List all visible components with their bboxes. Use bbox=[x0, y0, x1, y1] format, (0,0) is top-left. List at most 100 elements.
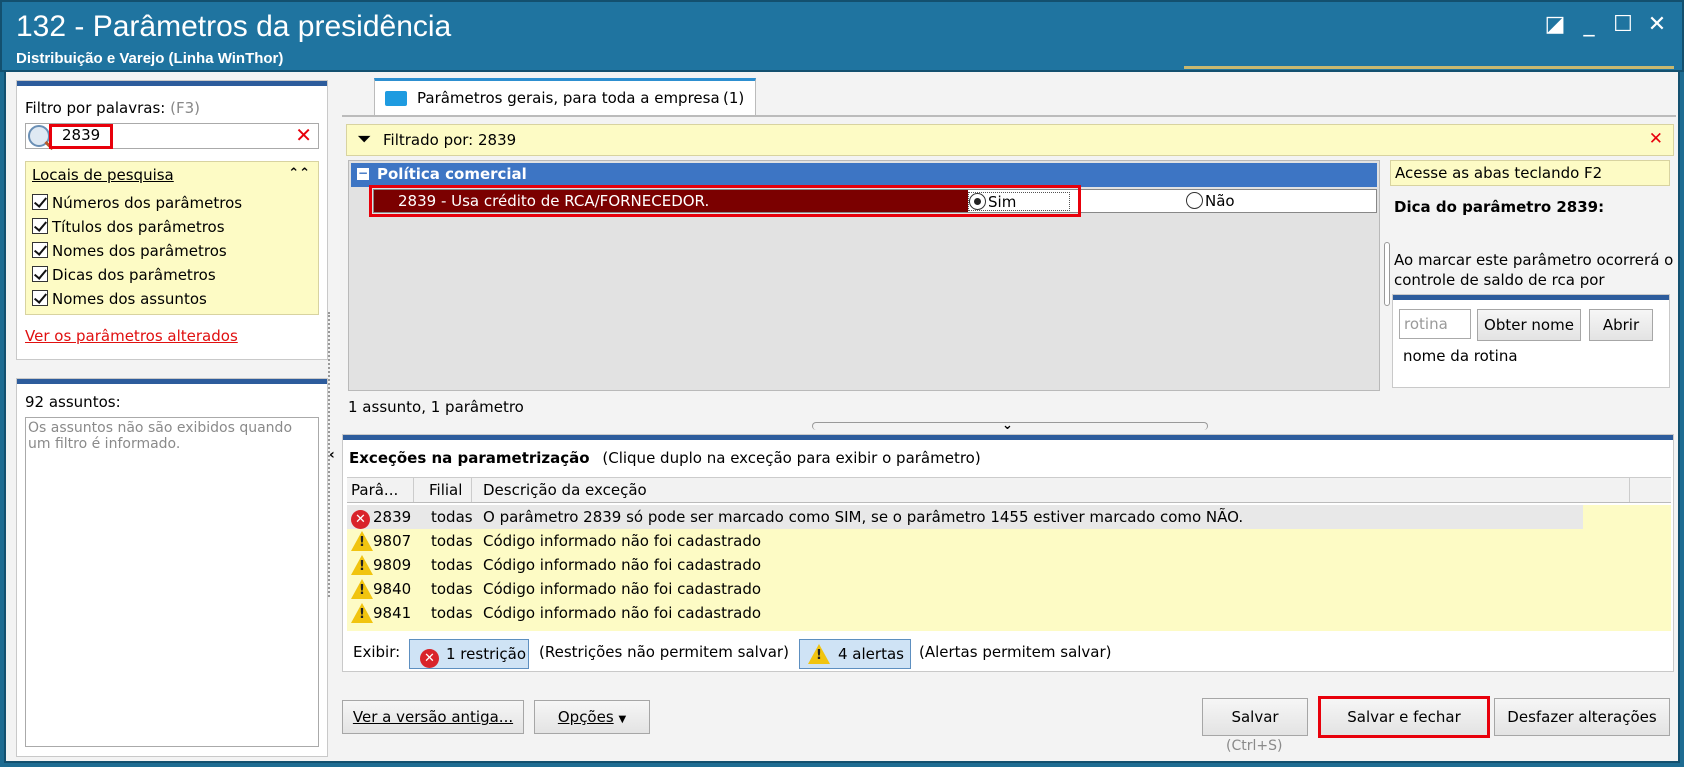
window-client: Filtro por palavras: (F3) 2839 ✕ Locais … bbox=[4, 72, 1680, 763]
col-description[interactable]: Descrição da exceção bbox=[483, 481, 647, 499]
option-label: Nomes dos assuntos bbox=[52, 290, 207, 308]
panel-accent bbox=[17, 379, 327, 384]
hint-splitter[interactable] bbox=[1384, 242, 1390, 306]
panel-accent bbox=[1393, 295, 1669, 300]
filtered-by-bar: ⏷ Filtrado por: 2839 ✕ bbox=[346, 124, 1674, 156]
options-label: Opções bbox=[557, 708, 614, 726]
minimize-icon[interactable]: _ bbox=[1574, 10, 1604, 40]
exception-desc: Código informado não foi cadastrado bbox=[483, 556, 762, 574]
funnel-icon: ⏷ bbox=[357, 129, 372, 150]
exceptions-title: Exceções na parametrização bbox=[349, 449, 590, 467]
parameters-grid: − Política comercial 2839 - Usa crédito … bbox=[348, 160, 1380, 391]
panel-accent bbox=[17, 81, 327, 86]
routine-name: nome da rotina bbox=[1403, 347, 1518, 365]
hint-text: Ao marcar este parâmetro ocorrerá o cont… bbox=[1394, 251, 1674, 289]
restrictions-note: (Restrições não permitem salvar) bbox=[539, 643, 789, 661]
search-places-box: Locais de pesquisa ⌃⌃ Números dos parâme… bbox=[25, 161, 319, 315]
exceptions-list: ✕ 2839 todas O parâmetro 2839 só pode se… bbox=[347, 505, 1671, 631]
collapse-icon[interactable]: ⌃⌃ bbox=[288, 166, 310, 181]
col-branch[interactable]: Filial bbox=[429, 481, 462, 499]
subjects-list[interactable]: Os assuntos não são exibidos quando um f… bbox=[25, 417, 319, 747]
filter-label: Filtro por palavras: bbox=[25, 99, 166, 117]
dropdown-arrow-icon: ▼ bbox=[618, 714, 627, 725]
option-param-hints[interactable]: Dicas dos parâmetros bbox=[32, 266, 216, 284]
col-divider bbox=[413, 478, 414, 502]
folder-icon bbox=[385, 91, 407, 106]
alerts-note: (Alertas permitem salvar) bbox=[919, 643, 1112, 661]
error-icon: ✕ bbox=[420, 649, 439, 668]
warning-icon bbox=[351, 530, 373, 551]
undo-changes-button[interactable]: Desfazer alterações bbox=[1494, 698, 1670, 736]
tab-general-params[interactable]: Parâmetros gerais, para toda a empresa (… bbox=[374, 78, 756, 116]
exception-row[interactable]: 9841 todas Código informado não foi cada… bbox=[347, 601, 1583, 625]
exception-desc: Código informado não foi cadastrado bbox=[483, 580, 762, 598]
old-version-label: Ver a versão antiga... bbox=[352, 708, 514, 726]
option-param-titles[interactable]: Títulos dos parâmetros bbox=[32, 218, 225, 236]
open-button[interactable]: Abrir bbox=[1589, 309, 1653, 341]
warning-icon bbox=[351, 578, 373, 599]
group-header[interactable]: − Política comercial bbox=[351, 163, 1377, 187]
exception-param: 2839 bbox=[373, 508, 412, 526]
summary-text: 1 assunto, 1 parâmetro bbox=[348, 398, 524, 416]
clear-filtered-icon[interactable]: ✕ bbox=[1649, 129, 1663, 149]
exception-param: 9807 bbox=[373, 532, 412, 550]
exception-param: 9809 bbox=[373, 556, 412, 574]
highlight-box-save-close bbox=[1318, 696, 1490, 738]
clear-filter-icon[interactable]: ✕ bbox=[295, 123, 312, 147]
title-bar: 132 - Parâmetros da presidência Distribu… bbox=[0, 0, 1684, 72]
restrictions-label: 1 restrição bbox=[446, 645, 527, 663]
exception-row[interactable]: 9840 todas Código informado não foi cada… bbox=[347, 577, 1583, 601]
exceptions-header: Exceções na parametrização (Clique duplo… bbox=[349, 449, 981, 467]
col-param[interactable]: Parâ... bbox=[351, 481, 398, 499]
filter-shortcut: (F3) bbox=[170, 99, 201, 117]
warning-icon bbox=[351, 602, 373, 623]
option-label: Títulos dos parâmetros bbox=[52, 218, 225, 236]
exception-param: 9841 bbox=[373, 604, 412, 622]
option-label: Dicas dos parâmetros bbox=[52, 266, 216, 284]
options-button[interactable]: Opções ▼ bbox=[534, 700, 650, 734]
save-button[interactable]: Salvar bbox=[1202, 698, 1308, 736]
subjects-note: Os assuntos não são exibidos quando um f… bbox=[28, 420, 293, 452]
save-shortcut: (Ctrl+S) bbox=[1226, 738, 1283, 754]
exception-row[interactable]: 9809 todas Código informado não foi cada… bbox=[347, 553, 1583, 577]
restore-layout-icon[interactable]: ◪ bbox=[1540, 10, 1570, 40]
old-version-button[interactable]: Ver a versão antiga... bbox=[342, 700, 524, 734]
title-accent-line bbox=[1184, 66, 1674, 69]
tab-label: Parâmetros gerais, para toda a empresa bbox=[417, 89, 720, 107]
access-tabs-hint: Acesse as abas teclando F2 bbox=[1390, 160, 1670, 186]
routine-input[interactable]: rotina bbox=[1399, 309, 1471, 339]
splitter-down-icon[interactable]: ⌄ bbox=[1002, 418, 1013, 433]
exception-branch: todas bbox=[431, 580, 473, 598]
option-no[interactable]: Não bbox=[1186, 192, 1235, 210]
filter-panel: Filtro por palavras: (F3) 2839 ✕ Locais … bbox=[16, 80, 328, 360]
exception-row[interactable]: 9807 todas Código informado não foi cada… bbox=[347, 529, 1583, 553]
option-param-names[interactable]: Nomes dos parâmetros bbox=[32, 242, 227, 260]
radio-no-icon[interactable] bbox=[1186, 192, 1203, 209]
checkbox-icon bbox=[32, 242, 48, 258]
close-icon[interactable]: ✕ bbox=[1642, 10, 1672, 40]
alerts-label: 4 alertas bbox=[838, 645, 904, 663]
error-icon: ✕ bbox=[351, 509, 370, 529]
panel-accent bbox=[343, 435, 1673, 440]
changed-params-link[interactable]: Ver os parâmetros alterados bbox=[25, 327, 238, 345]
splitter-arrow-icon[interactable]: ‹ bbox=[329, 447, 335, 463]
tab-underline bbox=[342, 115, 1676, 117]
restrictions-toggle[interactable]: ✕ 1 restrição bbox=[409, 639, 529, 669]
filter-label-row: Filtro por palavras: (F3) bbox=[25, 99, 200, 117]
option-subject-names[interactable]: Nomes dos assuntos bbox=[32, 290, 207, 308]
collapse-group-icon[interactable]: − bbox=[357, 167, 369, 180]
routine-box: rotina Obter nome Abrir nome da rotina bbox=[1392, 294, 1670, 388]
maximize-icon[interactable]: ☐ bbox=[1608, 10, 1638, 40]
alerts-toggle[interactable]: 4 alertas bbox=[799, 639, 911, 669]
exception-branch: todas bbox=[431, 556, 473, 574]
subjects-panel: 92 assuntos: Os assuntos não são exibido… bbox=[16, 378, 328, 757]
option-param-numbers[interactable]: Números dos parâmetros bbox=[32, 194, 242, 212]
checkbox-icon bbox=[32, 194, 48, 210]
exception-row[interactable]: ✕ 2839 todas O parâmetro 2839 só pode se… bbox=[347, 505, 1583, 529]
tab-count: (1) bbox=[723, 89, 745, 107]
checkbox-icon bbox=[32, 218, 48, 234]
exception-desc: Código informado não foi cadastrado bbox=[483, 604, 762, 622]
get-name-button[interactable]: Obter nome bbox=[1477, 309, 1581, 341]
warning-icon bbox=[808, 644, 830, 664]
subjects-count: 92 assuntos: bbox=[25, 393, 121, 411]
